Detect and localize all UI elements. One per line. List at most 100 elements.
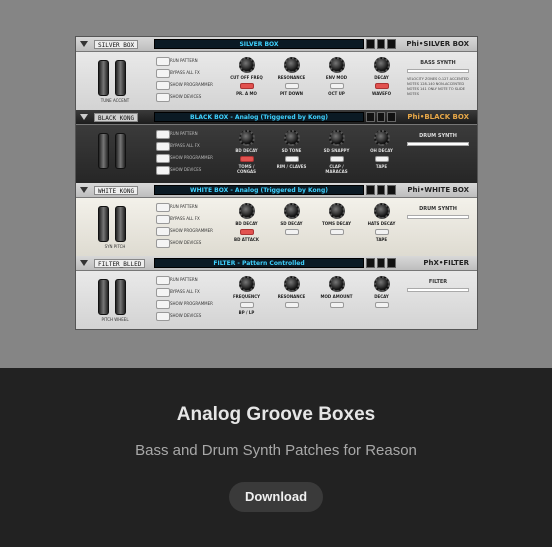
combinator-button[interactable]: BYPASS ALL FX [156, 141, 216, 151]
prev-icon[interactable] [376, 112, 386, 122]
fold-arrow-icon[interactable] [80, 41, 88, 47]
toggle-button[interactable] [329, 156, 344, 162]
toggle-button[interactable] [374, 83, 389, 89]
combinator-button[interactable]: SHOW DEVICES [156, 311, 216, 321]
knob-dial[interactable] [283, 130, 300, 146]
patch-browse-buttons [366, 39, 397, 49]
fold-arrow-icon[interactable] [80, 187, 88, 193]
toggle-button[interactable] [374, 302, 389, 308]
toggle-button[interactable] [329, 229, 344, 235]
patch-name[interactable]: BLACK KONG [94, 113, 139, 122]
device-type-label: DRUM SYNTH [419, 206, 457, 212]
prev-icon[interactable] [376, 39, 386, 49]
combinator-button[interactable]: SHOW PROGRAMMER [156, 153, 216, 163]
patch-display: BLACK BOX - Analog (Triggered by Kong) [154, 112, 364, 122]
toggle-button[interactable] [374, 229, 389, 235]
knob-label: SD DECAY [280, 221, 303, 226]
fold-arrow-icon[interactable] [80, 114, 88, 120]
toggle-button[interactable] [284, 229, 299, 235]
combinator-button[interactable]: SHOW PROGRAMMER [156, 80, 216, 90]
knob-dial[interactable] [373, 276, 390, 292]
combinator-button[interactable]: SHOW DEVICES [156, 165, 216, 175]
knob-dial[interactable] [328, 57, 345, 73]
fold-arrow-icon[interactable] [80, 260, 88, 266]
pitch-wheel[interactable] [98, 206, 109, 242]
patch-browse-buttons [366, 258, 397, 268]
mod-wheel[interactable] [115, 60, 126, 96]
combinator-button[interactable]: RUN PATTERN [156, 275, 216, 285]
knob-dial[interactable] [283, 57, 300, 73]
toggle-button[interactable] [239, 156, 254, 162]
next-icon[interactable] [387, 112, 397, 122]
patch-name[interactable]: WHITE KONG [94, 186, 139, 195]
reason-rack-screenshot: SILVER BOX SILVER BOX Phi•SILVER BOX TUNE A… [75, 36, 478, 330]
knob-dial[interactable] [373, 130, 390, 146]
download-button[interactable]: Download [229, 482, 323, 512]
next-icon[interactable] [387, 258, 397, 268]
combinator-button[interactable]: SHOW DEVICES [156, 238, 216, 248]
product-preview-image[interactable]: SILVER BOX SILVER BOX Phi•SILVER BOX TUNE A… [0, 0, 552, 368]
patch-name[interactable]: SILVER BOX [94, 40, 139, 49]
next-icon[interactable] [387, 185, 397, 195]
toggle-button[interactable] [284, 302, 299, 308]
knob-label: HATS DECAY [367, 221, 396, 226]
mod-wheel[interactable] [115, 279, 126, 315]
patch-browse-buttons [366, 185, 397, 195]
mod-wheel[interactable] [115, 206, 126, 242]
prev-icon[interactable] [376, 258, 386, 268]
knob-dial[interactable] [238, 276, 255, 292]
combinator-button[interactable]: RUN PATTERN [156, 129, 216, 139]
display-text: FILTER - Pattern Controlled [213, 260, 305, 267]
toggle-button[interactable] [239, 83, 254, 89]
knob-label: RESONANCE [277, 75, 306, 80]
toggle-button[interactable] [284, 83, 299, 89]
next-icon[interactable] [387, 39, 397, 49]
knob-dial[interactable] [238, 130, 255, 146]
prev-icon[interactable] [376, 185, 386, 195]
wheel-labels: SYN PITCH [104, 244, 126, 249]
knob-dial[interactable] [328, 203, 345, 219]
combinator-button[interactable]: SHOW PROGRAMMER [156, 299, 216, 309]
combinator-button[interactable]: RUN PATTERN [156, 56, 216, 66]
save-icon[interactable] [366, 185, 375, 195]
knob-label: DECAY [374, 294, 389, 299]
knob-dial[interactable] [283, 203, 300, 219]
device-type-label: DRUM SYNTH [419, 133, 457, 139]
knob-dial[interactable] [283, 276, 300, 292]
toggle-button[interactable] [284, 156, 299, 162]
combinator-button[interactable]: BYPASS ALL FX [156, 214, 216, 224]
save-icon[interactable] [366, 112, 375, 122]
mod-wheel[interactable] [115, 133, 126, 169]
save-icon[interactable] [366, 39, 375, 49]
device-type-label: BASS SYNTH [420, 60, 456, 66]
knob-dial[interactable] [328, 130, 345, 146]
knob: OH DECAY TAPE [364, 127, 400, 183]
pitch-wheel[interactable] [98, 279, 109, 315]
knob: SD DECAY [274, 200, 310, 256]
knob-dial[interactable] [328, 276, 345, 292]
pitch-wheel[interactable] [98, 60, 109, 96]
knob-label: SD TONE [281, 148, 302, 153]
device-brand: PhX•FILTER [423, 259, 469, 267]
toggle-button[interactable] [374, 156, 389, 162]
toggle-button[interactable] [239, 229, 254, 235]
toggle-label: PIT DOWN [279, 91, 304, 96]
combinator-button[interactable]: SHOW PROGRAMMER [156, 226, 216, 236]
toggle-button[interactable] [239, 302, 254, 308]
knob-dial[interactable] [238, 203, 255, 219]
knob-dial[interactable] [373, 57, 390, 73]
combinator-button[interactable]: SHOW DEVICES [156, 92, 216, 102]
toggle-button[interactable] [329, 302, 344, 308]
pitch-wheel[interactable] [98, 133, 109, 169]
combinator-button[interactable]: RUN PATTERN [156, 202, 216, 212]
combinator-button[interactable]: BYPASS ALL FX [156, 68, 216, 78]
save-icon[interactable] [366, 258, 375, 268]
knob-label: SD SNAPPY [323, 148, 350, 153]
toggle-button[interactable] [329, 83, 344, 89]
knob-dial[interactable] [373, 203, 390, 219]
knob: ENV MOD OCT UP [319, 54, 355, 110]
combinator-button[interactable]: BYPASS ALL FX [156, 287, 216, 297]
knob-dial[interactable] [238, 57, 255, 73]
combinator-buttons: RUN PATTERN BYPASS ALL FX SHOW PROGRAMMER S… [156, 202, 216, 250]
patch-name[interactable]: FILTER_BLLED [94, 259, 146, 268]
